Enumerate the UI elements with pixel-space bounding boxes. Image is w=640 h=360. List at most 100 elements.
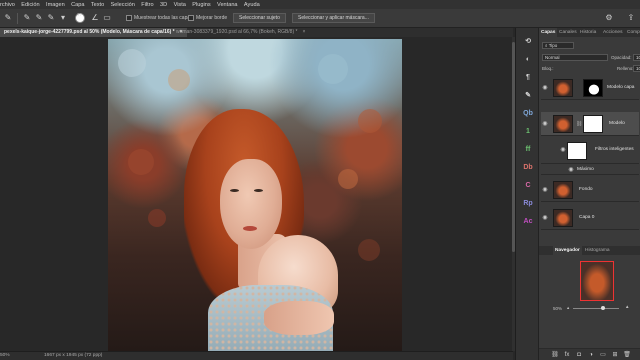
menu-seleccion[interactable]: Selección [107, 2, 138, 8]
menu-ventana[interactable]: Ventana [214, 2, 241, 8]
bokeh-light [118, 49, 146, 77]
history-icon[interactable]: ⟲ [522, 36, 534, 48]
link-icon[interactable]: ⛓ [551, 351, 559, 359]
subtract-selection-icon[interactable]: ✎ [46, 13, 56, 23]
tab-navegador[interactable]: Navegador [553, 246, 582, 255]
menu-imagen[interactable]: Imagen [43, 2, 68, 8]
fill-field[interactable]: 10 [633, 65, 640, 72]
select-and-mask-button[interactable]: Seleccionar y aplicar máscara... [292, 13, 375, 23]
brush-panel-icon[interactable]: ✎ [522, 90, 534, 102]
sample-all-layers-label: Muestrear todas las capas [134, 15, 193, 21]
tab-capas[interactable]: Capas [539, 28, 558, 37]
enhance-edge-checkbox[interactable] [188, 15, 194, 21]
fx-icon[interactable]: fx [563, 351, 571, 359]
navigator-zoom-value[interactable]: 50% [553, 306, 562, 311]
zoom-out-icon[interactable]: ▴ [567, 305, 569, 311]
action-ac-icon[interactable]: Ac [522, 216, 534, 228]
layer-thumbnail [553, 115, 573, 133]
angle-icon[interactable]: ∠ [90, 13, 100, 23]
portrait-arm [264, 301, 334, 335]
menu-edicion[interactable]: Edición [18, 2, 43, 8]
layer-name: Capa 0 [579, 215, 595, 220]
menu-archivo[interactable]: rchivo [0, 2, 18, 8]
menu-texto[interactable]: Texto [88, 2, 108, 8]
menu-filtro[interactable]: Filtro [138, 2, 157, 8]
blend-mode-select[interactable]: Normal [542, 54, 608, 61]
layer-row-filter[interactable]: ◉ Máximo [541, 165, 639, 175]
new-layer-icon[interactable]: ⊞ [611, 351, 619, 359]
action-1-icon[interactable]: 1 [522, 126, 534, 138]
bokeh-light [338, 169, 358, 189]
opacity-label: Opacidad: [611, 55, 632, 60]
status-zoom[interactable]: 50% [0, 353, 10, 358]
status-bar: 50% 1667 px x 1945 px (72 ppp) [0, 351, 513, 360]
layer-name: Filtros inteligentes [595, 147, 634, 152]
layer-row[interactable]: ◉ ⛓ Modelo [541, 112, 639, 136]
layer-filter-value: Tipo [548, 43, 558, 48]
add-selection-icon[interactable]: ✎ [34, 13, 44, 23]
tab-canales[interactable]: Canales [557, 28, 579, 37]
document-canvas-image[interactable] [108, 39, 402, 351]
tab-document-2[interactable]: woman-3083379_1920.psd al 66,7% (Bokeh, … [172, 28, 309, 37]
sample-all-layers-checkbox[interactable] [126, 15, 132, 21]
visibility-eye-icon[interactable]: ◉ [541, 186, 549, 194]
action-c-icon[interactable]: C [522, 180, 534, 192]
zoom-in-icon[interactable]: ▲ [625, 304, 629, 309]
portrait-face [220, 159, 282, 249]
navigator-preview[interactable] [580, 261, 614, 301]
portrait-eye [254, 189, 263, 192]
layer-name: Máximo [577, 167, 594, 172]
layer-thumbnail [553, 79, 573, 97]
document-tabs: pexels-kaique-jorge-4227799.psd al 50% (… [0, 28, 513, 37]
brush-preset-icon[interactable]: ▾ [58, 13, 68, 23]
select-subject-button[interactable]: Seleccionar sujeto [233, 13, 286, 23]
action-ff-icon[interactable]: ff [522, 144, 534, 156]
mask-icon[interactable]: ◘ [575, 351, 583, 359]
visibility-eye-icon[interactable]: ◉ [541, 84, 549, 92]
brush-tool-icon[interactable]: ✎ [3, 13, 13, 23]
paragraph-icon[interactable]: ¶ [522, 72, 534, 84]
layer-filter-select[interactable]: ⌕ Tipo [542, 42, 574, 49]
visibility-eye-icon[interactable]: ◉ [541, 120, 549, 128]
menu-vista[interactable]: Vista [170, 2, 189, 8]
layer-row-smart-filters[interactable]: ◉ Filtros inteligentes [541, 138, 639, 164]
options-divider [17, 13, 18, 24]
action-rp-icon[interactable]: Rp [522, 198, 534, 210]
adjust-icon[interactable]: ◐ [522, 54, 534, 66]
layer-mask-thumbnail[interactable] [583, 79, 603, 97]
visibility-eye-icon[interactable]: ◉ [559, 146, 567, 154]
layer-name: Fondo [579, 187, 593, 192]
menu-ayuda[interactable]: Ayuda [241, 2, 263, 8]
bokeh-light [128, 149, 154, 175]
tab-document-1[interactable]: pexels-kaique-jorge-4227799.psd al 50% (… [0, 28, 187, 37]
tab-historia[interactable]: Historia [578, 28, 598, 37]
menu-3d[interactable]: 3D [157, 2, 171, 8]
visibility-eye-icon[interactable]: ◉ [567, 166, 575, 174]
layer-row[interactable]: ◉ Modelo capa [541, 76, 639, 100]
navigator-zoom-knob[interactable] [601, 306, 605, 310]
share-icon[interactable]: ⇪ [626, 13, 636, 23]
tab-acciones[interactable]: Acciones [601, 28, 624, 37]
menu-plugins[interactable]: Plugins [189, 2, 214, 8]
tab-compo[interactable]: Compo [625, 28, 640, 37]
settings-gear-icon[interactable]: ⚙ [604, 13, 614, 23]
opacity-field[interactable]: 10 [633, 54, 640, 61]
bokeh-light [318, 54, 348, 84]
layer-mask-thumbnail[interactable] [583, 115, 603, 133]
menu-capa[interactable]: Capa [68, 2, 88, 8]
tab-histograma[interactable]: Histograma [583, 246, 612, 255]
visibility-eye-icon[interactable]: ◉ [541, 214, 549, 222]
action-db-icon[interactable]: Db [522, 162, 534, 174]
angle-value-field[interactable]: ▭ [102, 13, 112, 23]
link-icon[interactable]: ⛓ [576, 121, 582, 127]
brush-tool-icon[interactable]: ✎ [22, 13, 32, 23]
action-qb-icon[interactable]: Qb [522, 108, 534, 120]
adjustment-icon[interactable]: ◑ [587, 351, 595, 359]
layer-row[interactable]: ◉ Fondo [541, 178, 639, 202]
folder-icon[interactable]: ▭ [599, 351, 607, 359]
trash-icon[interactable]: 🗑 [623, 351, 631, 359]
smart-filter-mask-thumbnail[interactable] [567, 142, 587, 160]
close-icon[interactable]: × [302, 29, 305, 35]
navigator-zoom-slider[interactable] [573, 308, 619, 309]
layer-row[interactable]: ◉ Capa 0 [541, 206, 639, 230]
